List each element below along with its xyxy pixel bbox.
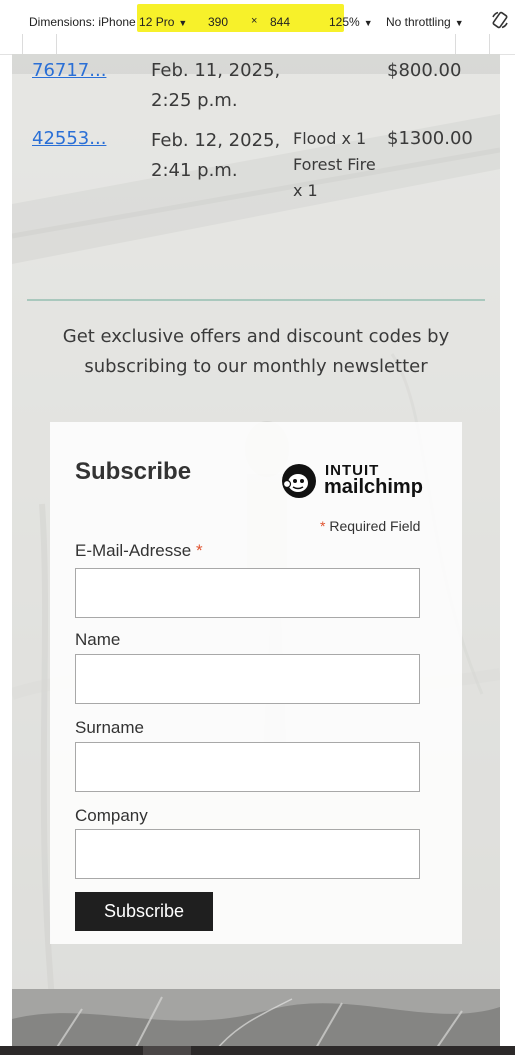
throttling-selector[interactable]: No throttling ▼ (386, 15, 464, 29)
zoom-selector[interactable]: 125% ▼ (329, 15, 373, 29)
order-total: $800.00 (387, 60, 462, 81)
order-link[interactable]: 42553... (32, 128, 106, 149)
times-symbol: × (251, 15, 258, 27)
newsletter-promo: Get exclusive offers and discount codes … (62, 326, 450, 377)
section-divider (27, 299, 485, 301)
required-asterisk: * (195, 541, 203, 560)
page-viewport: 76717... Feb. 11, 2025, 2:25 p.m. $800.0… (12, 54, 500, 1055)
name-field[interactable] (75, 654, 420, 704)
order-date: Feb. 12, 2025, 2:41 p.m. (151, 130, 281, 181)
chevron-down-icon: ▼ (454, 18, 464, 28)
width-field[interactable]: 390 (208, 15, 228, 29)
subscribe-form: Subscribe INTUIT mailchimp * Required Fi… (50, 422, 462, 944)
form-title: Subscribe (75, 458, 192, 485)
mailchimp-wordmark: mailchimp (324, 476, 423, 498)
order-date: Feb. 11, 2025, 2:25 p.m. (151, 60, 281, 111)
mailchimp-logo: INTUIT mailchimp (280, 460, 440, 504)
surname-label: Surname (75, 718, 144, 737)
taskbar-tab[interactable] (143, 1046, 191, 1055)
ruler-segment (22, 34, 23, 54)
subscribe-button[interactable]: Subscribe (75, 892, 213, 931)
rotate-icon[interactable] (490, 10, 510, 30)
required-asterisk: * (320, 518, 326, 534)
ruler-segment (455, 34, 456, 54)
media-query-ruler (0, 34, 515, 55)
throttling-label: No throttling (386, 15, 451, 29)
devtools-toolbar: Dimensions: iPhone 12 Pro ▼ 390 × 844 125… (0, 0, 515, 35)
device-selector[interactable]: Dimensions: iPhone 12 Pro ▼ (29, 15, 187, 29)
email-label-text: E-Mail-Adresse (75, 541, 192, 560)
order-items: Flood x 1 Forest Fire x 1 (293, 129, 376, 200)
zoom-label: 125% (329, 15, 360, 29)
email-label: E-Mail-Adresse * (75, 541, 203, 561)
company-field[interactable] (75, 829, 420, 879)
email-field[interactable] (75, 568, 420, 618)
mailchimp-freddie-icon (282, 464, 316, 498)
taskbar (0, 1046, 515, 1055)
required-note-text: Required Field (329, 518, 421, 534)
ruler-segment (489, 34, 490, 54)
ruler-segment (56, 34, 57, 54)
order-total: $1300.00 (387, 128, 473, 149)
chevron-down-icon: ▼ (178, 18, 188, 28)
device-label: Dimensions: iPhone 12 Pro (29, 15, 175, 29)
surname-field[interactable] (75, 742, 420, 792)
order-link[interactable]: 76717... (32, 60, 106, 81)
name-label: Name (75, 630, 121, 649)
required-note: * Required Field (320, 518, 420, 534)
height-field[interactable]: 844 (270, 15, 290, 29)
chevron-down-icon: ▼ (363, 18, 373, 28)
company-label: Company (75, 806, 148, 825)
